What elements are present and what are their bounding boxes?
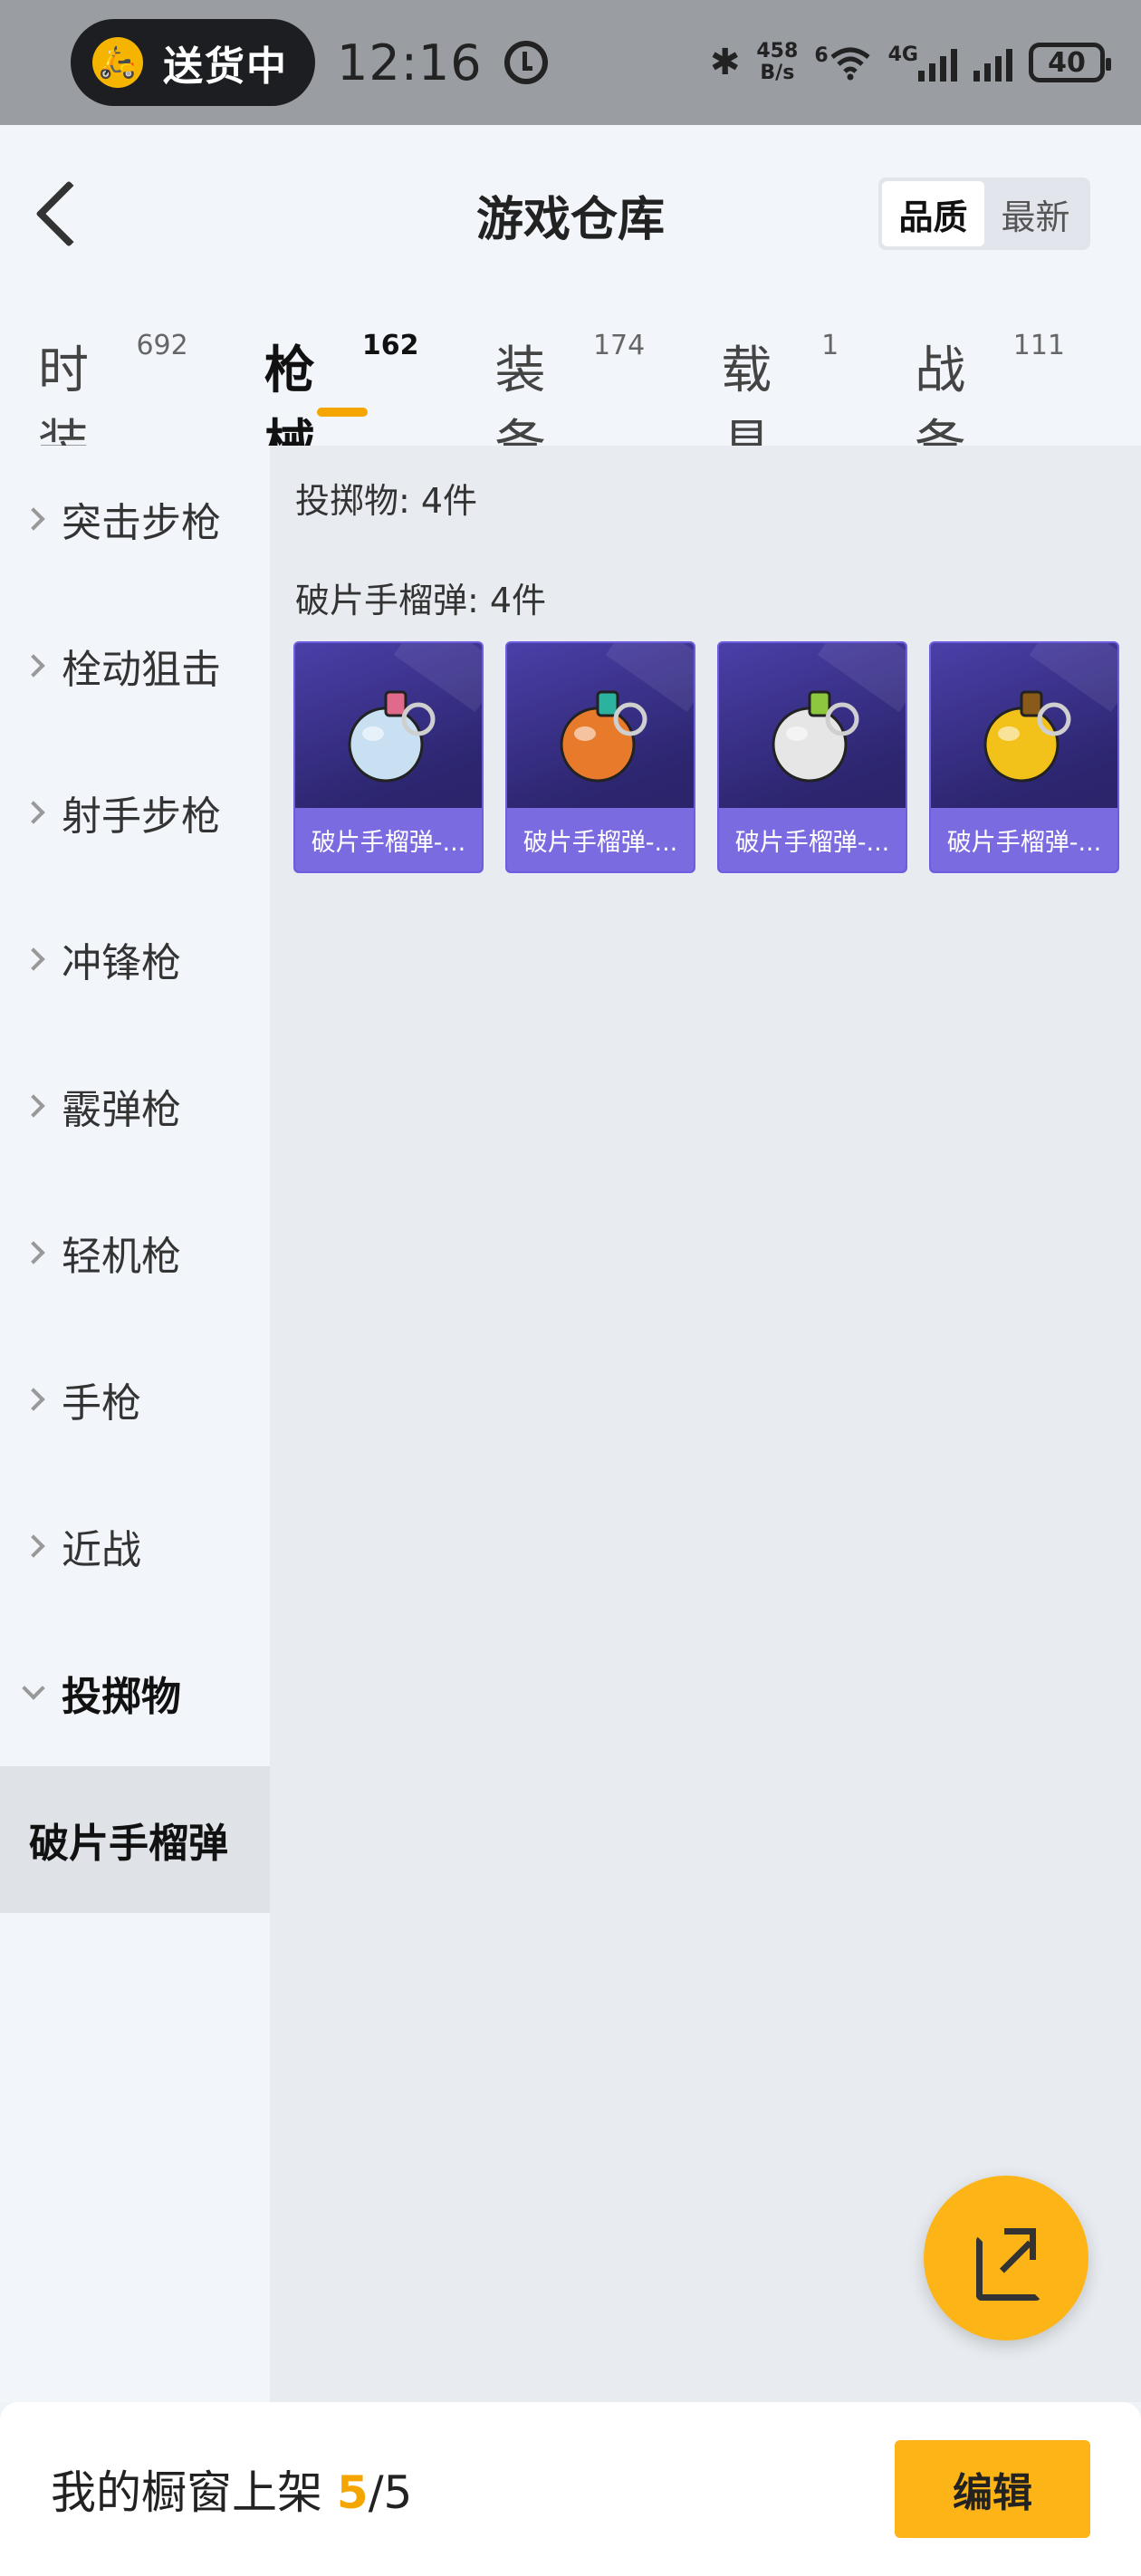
- sidebar-item-label: 投掷物: [62, 1674, 181, 1720]
- item-caption: 破片手榴弹-...: [719, 808, 906, 871]
- item-caption: 破片手榴弹-...: [507, 808, 694, 871]
- item-card[interactable]: 破片手榴弹-...: [929, 641, 1119, 873]
- sort-option-quality[interactable]: 品质: [882, 181, 984, 246]
- item-card[interactable]: 破片手榴弹-...: [717, 641, 907, 873]
- delivery-label: 送货中: [163, 43, 288, 90]
- sidebar-item-bolt-sniper[interactable]: 栓动狙击: [0, 592, 270, 739]
- sidebar-item-marksman-rifle[interactable]: 射手步枪: [0, 739, 270, 886]
- sidebar-item-label: 冲锋枪: [62, 940, 181, 986]
- cellular-signal-icon: [973, 43, 1012, 82]
- chevron-right-icon: [22, 947, 45, 971]
- chevron-right-icon: [22, 801, 45, 824]
- net-speed: 458 B/s: [756, 41, 798, 84]
- chevron-right-icon: [22, 1534, 45, 1558]
- item-caption: 破片手榴弹-...: [931, 808, 1117, 871]
- grenade-icon: [348, 690, 436, 783]
- chevron-down-icon: [22, 1677, 45, 1700]
- active-tab-indicator: [316, 408, 368, 417]
- sidebar-subitem-frag-grenade[interactable]: 破片手榴弹: [0, 1766, 270, 1913]
- network-type: 4G: [887, 43, 918, 66]
- subgroup-title: 破片手榴弹: 4件: [295, 581, 547, 620]
- battery-icon: 40: [1029, 43, 1111, 82]
- grenade-icon: [983, 690, 1071, 783]
- showcase-status: 我的橱窗上架 5/5: [51, 2456, 412, 2522]
- grenade-icon: [560, 690, 647, 783]
- sidebar-item-assault-rifle[interactable]: 突击步枪: [0, 446, 270, 592]
- tab-count: 111: [1012, 330, 1065, 361]
- item-caption: 破片手榴弹-...: [295, 808, 482, 871]
- showcase-current-count: 5: [336, 2466, 369, 2519]
- item-card[interactable]: 破片手榴弹-...: [293, 641, 484, 873]
- sort-toggle: 品质 最新: [878, 178, 1090, 250]
- chevron-right-icon: [22, 507, 45, 531]
- wifi-icon: 6: [814, 44, 871, 81]
- bottom-bar: 我的橱窗上架 5/5 编辑: [0, 2402, 1141, 2576]
- item-caption-text: 破片手榴弹-...: [946, 828, 1102, 857]
- sidebar-item-label: 近战: [62, 1527, 141, 1573]
- sidebar-item-label: 霰弹枪: [62, 1087, 181, 1133]
- category-sidebar: 突击步枪 栓动狙击 射手步枪 冲锋枪 霰弹枪 轻机枪 手枪 近战 投掷物 破片手…: [0, 446, 270, 2402]
- sidebar-item-label: 轻机枪: [62, 1234, 181, 1280]
- sidebar-item-label: 突击步枪: [62, 500, 221, 546]
- sidebar-item-label: 手枪: [62, 1380, 141, 1427]
- scooter-icon: 🛵: [92, 37, 143, 88]
- tab-count: 692: [136, 330, 188, 361]
- sidebar-item-shotgun[interactable]: 霰弹枪: [0, 1033, 270, 1179]
- chevron-right-icon: [22, 1094, 45, 1118]
- share-icon: [976, 2228, 1041, 2301]
- showcase-label: 我的橱窗上架: [51, 2466, 322, 2519]
- sidebar-item-throwables[interactable]: 投掷物: [0, 1620, 270, 1766]
- wifi-tag: 6: [814, 44, 829, 67]
- item-caption-text: 破片手榴弹-...: [311, 828, 466, 857]
- group-title: 投掷物: 4件: [295, 481, 478, 521]
- status-bar: 🛵 送货中 12:16 ✱ 458 B/s 6 4G 40: [0, 0, 1141, 125]
- showcase-total-count: /5: [368, 2466, 413, 2519]
- share-fab-button[interactable]: [924, 2176, 1088, 2341]
- grenade-icon: [772, 690, 859, 783]
- cellular-4g-icon: 4G: [888, 43, 957, 82]
- alarm-icon: [503, 41, 548, 84]
- item-caption-text: 破片手榴弹-...: [734, 828, 890, 857]
- chevron-right-icon: [22, 1388, 45, 1411]
- clock: 12:16: [337, 34, 483, 91]
- sidebar-item-label: 射手步枪: [62, 793, 221, 840]
- battery-level: 40: [1048, 46, 1086, 79]
- app-header: 游戏仓库 品质 最新: [0, 125, 1141, 297]
- sidebar-item-lmg[interactable]: 轻机枪: [0, 1179, 270, 1326]
- delivery-status-pill[interactable]: 🛵 送货中: [71, 19, 315, 106]
- net-speed-unit: B/s: [760, 62, 795, 84]
- tab-count: 1: [821, 330, 839, 361]
- chevron-right-icon: [22, 654, 45, 678]
- sidebar-item-melee[interactable]: 近战: [0, 1473, 270, 1620]
- tab-count: 162: [361, 330, 419, 361]
- sort-option-newest[interactable]: 最新: [984, 181, 1087, 246]
- category-tabs: 时装 692 枪械 162 装备 174 载具 1 战备 111: [0, 297, 1141, 474]
- item-caption-text: 破片手榴弹-...: [523, 828, 678, 857]
- sidebar-item-smg[interactable]: 冲锋枪: [0, 886, 270, 1033]
- edit-button[interactable]: 编辑: [895, 2440, 1090, 2538]
- bluetooth-icon: ✱: [709, 42, 741, 83]
- sidebar-item-label: 栓动狙击: [62, 647, 221, 693]
- item-grid-panel: 投掷物: 4件 破片手榴弹: 4件 破片手榴弹-... 破片手榴弹-... 破片…: [270, 446, 1141, 2402]
- net-speed-value: 458: [756, 40, 799, 62]
- item-card[interactable]: 破片手榴弹-...: [505, 641, 695, 873]
- sidebar-item-pistol[interactable]: 手枪: [0, 1326, 270, 1473]
- tab-count: 174: [592, 330, 646, 361]
- chevron-right-icon: [22, 1241, 45, 1264]
- item-card-list: 破片手榴弹-... 破片手榴弹-... 破片手榴弹-... 破片手榴弹-...: [293, 641, 1119, 873]
